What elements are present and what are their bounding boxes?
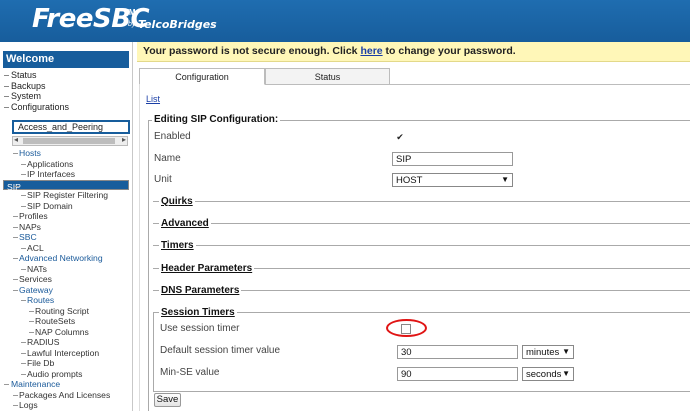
- sidebar-item-radius[interactable]: RADIUS: [3, 337, 129, 348]
- scrollbar-thumb[interactable]: [23, 138, 115, 144]
- section-quirks[interactable]: Quirks: [159, 196, 195, 207]
- section-advanced[interactable]: Advanced: [159, 218, 211, 229]
- welcome-title: Welcome: [3, 51, 129, 68]
- sip-config-legend: Editing SIP Configuration:: [152, 114, 281, 125]
- sidebar-item-applications[interactable]: Applications: [3, 159, 129, 170]
- app-header: FreeSBC TM by TelcoBridges: [0, 0, 690, 42]
- logo-trademark: TM: [124, 8, 136, 17]
- tab-status[interactable]: Status: [265, 68, 390, 85]
- timers-line: [153, 245, 690, 246]
- password-warning-banner: Your password is not secure enough. Clic…: [137, 42, 690, 62]
- sidebar-item-lawful-interception[interactable]: Lawful Interception: [3, 348, 129, 359]
- name-input[interactable]: SIP: [392, 152, 513, 166]
- sidebar-item-nats[interactable]: NATs: [3, 264, 129, 275]
- warning-suffix: to change your password.: [382, 45, 516, 57]
- unit-label: Unit: [154, 174, 172, 185]
- scroll-right-icon[interactable]: ▸: [122, 135, 126, 144]
- telcobridges-logo: TelcoBridges: [138, 18, 217, 31]
- sidebar-item-profiles[interactable]: Profiles: [3, 211, 129, 222]
- configuration-selector[interactable]: Access_and_Peering: [12, 120, 130, 134]
- sidebar-item-ip-interfaces[interactable]: IP Interfaces: [3, 169, 129, 180]
- enabled-checkbox[interactable]: ✔: [395, 133, 405, 143]
- sidebar-item-maintenance[interactable]: Maintenance: [3, 379, 129, 390]
- sidebar: Welcome Status Backups System Configurat…: [0, 42, 133, 411]
- sidebar-item-nap-columns[interactable]: NAP Columns: [3, 327, 129, 338]
- min-se-label: Min-SE value: [160, 367, 220, 378]
- sidebar-item-routes[interactable]: Routes: [3, 295, 129, 306]
- unit-select[interactable]: HOST ▼: [392, 173, 513, 187]
- scroll-left-icon[interactable]: ◂: [14, 135, 18, 144]
- chevron-down-icon: ▼: [562, 369, 570, 378]
- quirks-line: [153, 201, 690, 202]
- change-password-link[interactable]: here: [360, 45, 382, 57]
- chevron-down-icon: ▼: [501, 175, 509, 184]
- sidebar-item-advanced-networking[interactable]: Advanced Networking: [3, 253, 129, 264]
- sidebar-horizontal-scrollbar[interactable]: ◂ ▸: [12, 135, 128, 146]
- sidebar-item-acl[interactable]: ACL: [3, 243, 129, 254]
- advanced-line: [153, 223, 690, 224]
- sidebar-item-services[interactable]: Services: [3, 274, 129, 285]
- sidebar-item-sbc[interactable]: SBC: [3, 232, 129, 243]
- section-timers[interactable]: Timers: [159, 240, 196, 251]
- warning-prefix: Your password is not secure enough. Clic…: [143, 45, 361, 57]
- section-header-parameters[interactable]: Header Parameters: [159, 263, 255, 274]
- sidebar-item-logs[interactable]: Logs: [3, 400, 129, 411]
- chevron-down-icon: ▼: [562, 347, 570, 356]
- nav-backups[interactable]: Backups: [3, 81, 129, 92]
- default-timer-unit-value: minutes: [526, 347, 560, 358]
- nav-configurations[interactable]: Configurations: [3, 102, 129, 113]
- nav-status[interactable]: Status: [3, 70, 129, 81]
- sidebar-item-sip-domain[interactable]: SIP Domain: [3, 201, 129, 212]
- min-se-input[interactable]: 90: [397, 367, 518, 381]
- sidebar-item-routesets[interactable]: RouteSets: [3, 316, 129, 327]
- logo-by: by: [128, 21, 136, 28]
- default-timer-unit-select[interactable]: minutes ▼: [522, 345, 574, 359]
- save-button[interactable]: Save: [154, 393, 181, 407]
- sidebar-item-sip-register-filtering[interactable]: SIP Register Filtering: [3, 190, 129, 201]
- session-timers-legend[interactable]: Session Timers: [159, 307, 237, 318]
- min-se-unit-value: seconds: [526, 369, 562, 380]
- highlight-ring: [386, 319, 427, 337]
- section-dns-parameters[interactable]: DNS Parameters: [159, 285, 242, 296]
- sidebar-item-naps[interactable]: NAPs: [3, 222, 129, 233]
- default-timer-label: Default session timer value: [160, 345, 281, 356]
- use-session-timer-label: Use session timer: [160, 323, 240, 334]
- default-timer-input[interactable]: 30: [397, 345, 518, 359]
- tab-configuration[interactable]: Configuration: [139, 68, 265, 85]
- config-tree: Hosts Applications IP Interfaces SIP SIP Reg…: [3, 148, 129, 411]
- min-se-unit-select[interactable]: seconds ▼: [522, 367, 574, 381]
- sidebar-item-sip[interactable]: SIP: [3, 179, 129, 192]
- name-label: Name: [154, 153, 181, 164]
- tab-bar: Configuration Status: [139, 68, 690, 85]
- sidebar-item-gateway[interactable]: Gateway: [3, 285, 129, 296]
- top-nav: Status Backups System Configurations: [3, 70, 129, 112]
- sidebar-item-packages-and-licenses[interactable]: Packages And Licenses: [3, 390, 129, 401]
- sidebar-item-file-db[interactable]: File Db: [3, 358, 129, 369]
- sidebar-item-audio-prompts[interactable]: Audio prompts: [3, 369, 129, 380]
- sidebar-item-routing-script[interactable]: Routing Script: [3, 306, 129, 317]
- nav-system[interactable]: System: [3, 91, 129, 102]
- enabled-label: Enabled: [154, 131, 191, 142]
- sidebar-item-hosts[interactable]: Hosts: [3, 148, 129, 159]
- list-link[interactable]: List: [146, 94, 160, 104]
- unit-select-value: HOST: [396, 175, 423, 186]
